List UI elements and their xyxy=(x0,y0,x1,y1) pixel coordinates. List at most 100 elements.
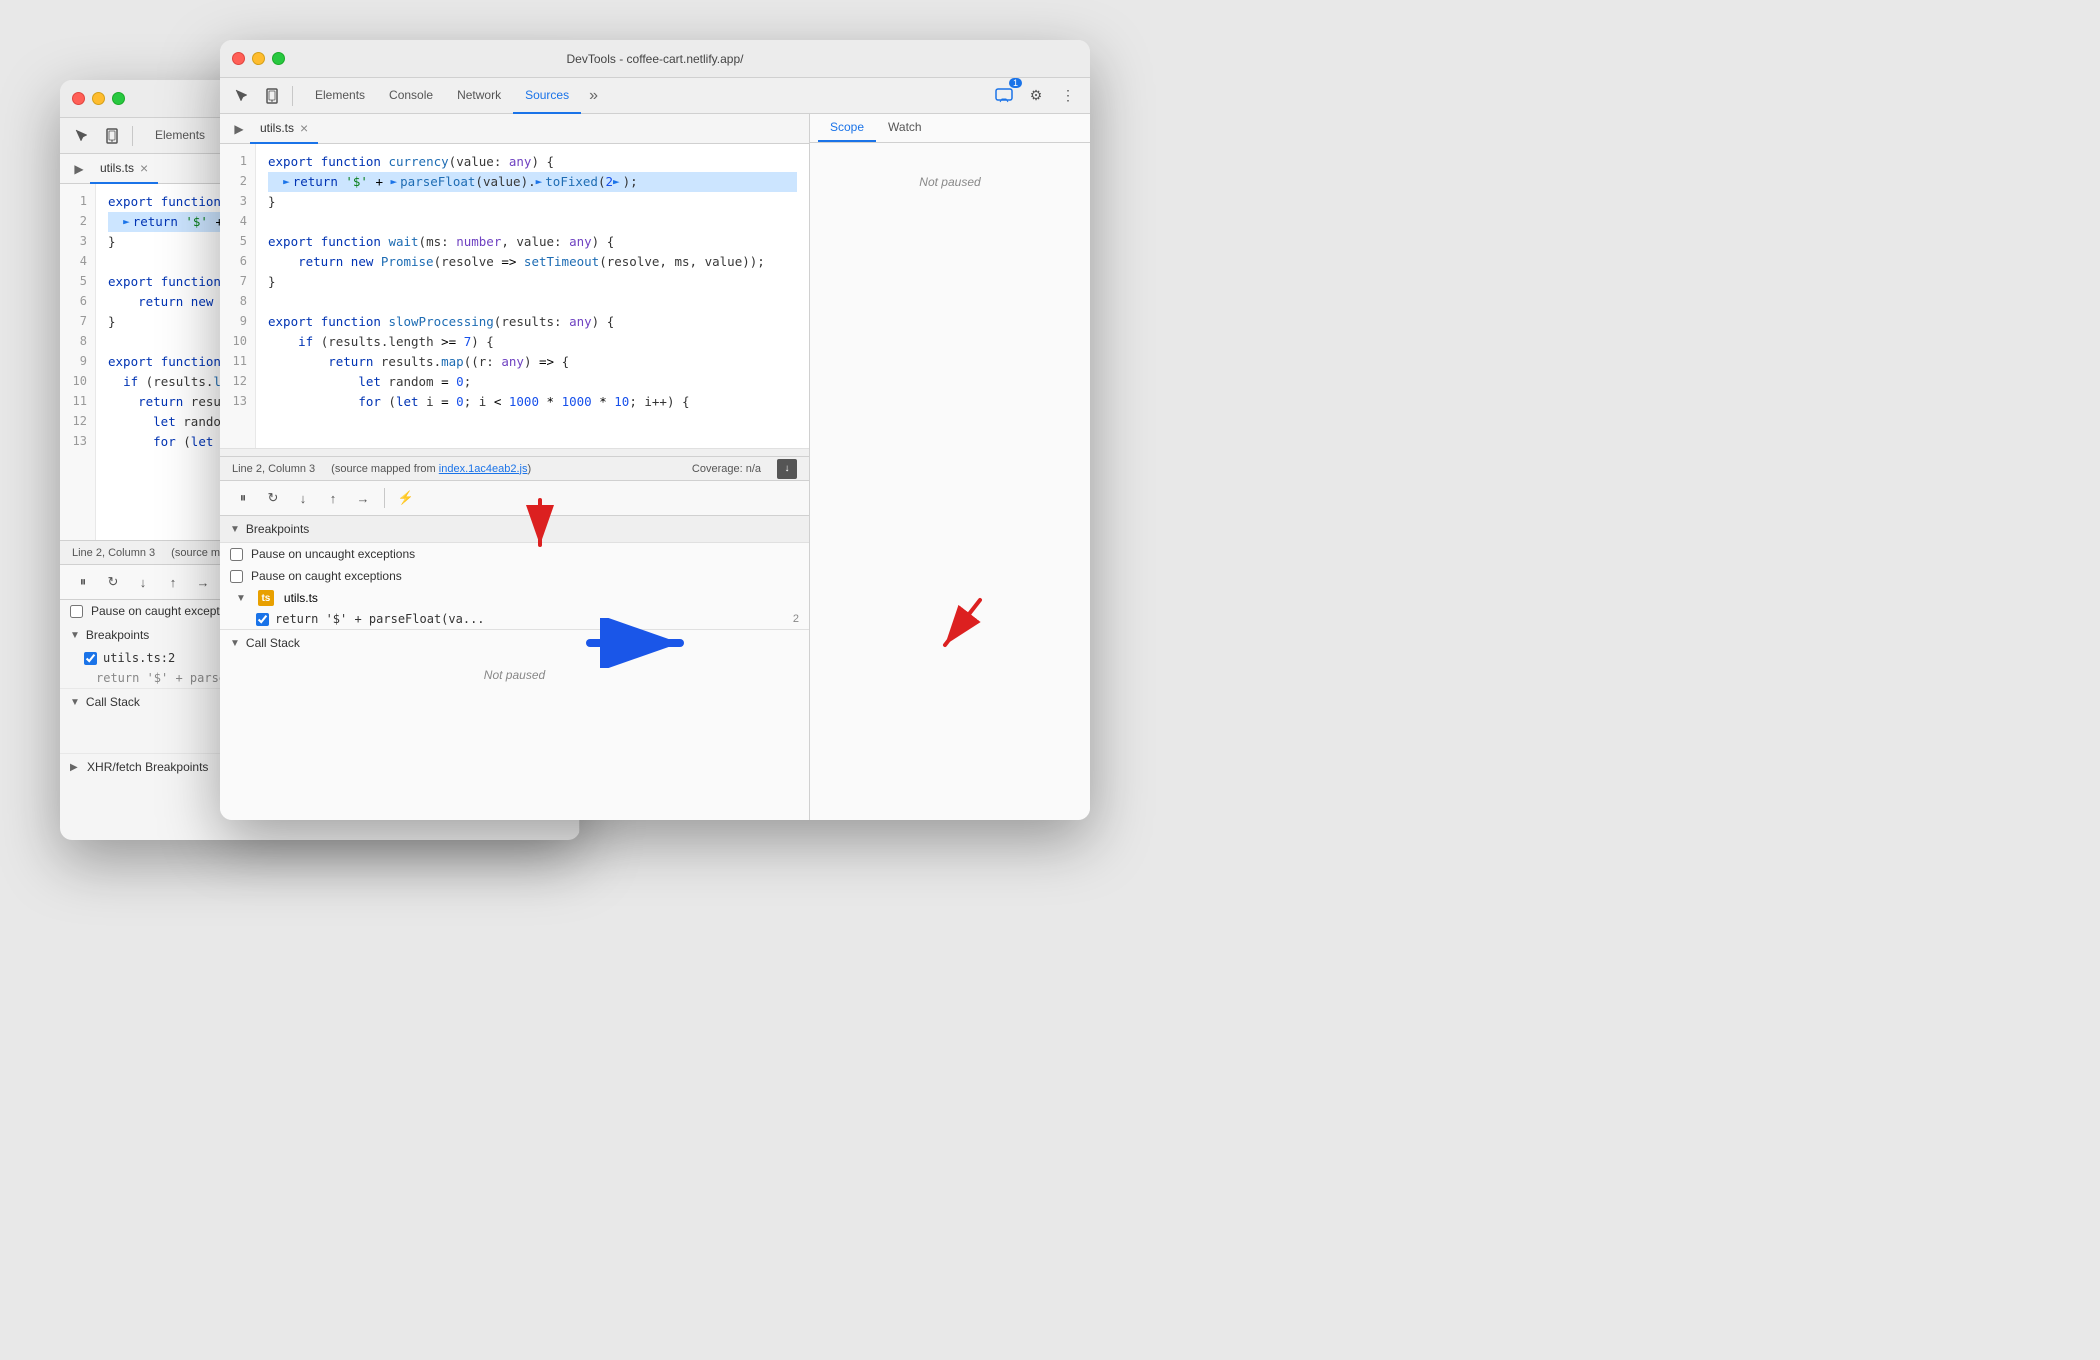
title-bar-front: DevTools - coffee-cart.netlify.app/ xyxy=(220,40,1090,78)
scope-tab-watch-front[interactable]: Watch xyxy=(876,114,934,142)
status-position-back: Line 2, Column 3 xyxy=(72,547,155,559)
line-num-3-back: 3 xyxy=(60,232,95,252)
file-tab-close-front[interactable]: × xyxy=(300,121,308,135)
inspect-icon[interactable] xyxy=(68,122,96,150)
step-btn-front[interactable]: → xyxy=(350,485,376,511)
code-line-9-front: export function slowProcessing(results: … xyxy=(268,312,797,332)
coverage-label-front: Coverage: n/a xyxy=(692,463,761,475)
callstack-chevron-back: ▼ xyxy=(70,697,80,708)
minimize-button-back[interactable] xyxy=(92,92,105,105)
bp-file-name-front: utils.ts xyxy=(284,591,318,605)
pause-caught-checkbox-front[interactable] xyxy=(230,570,243,583)
scrollbar-front[interactable] xyxy=(220,448,809,456)
status-sourcemap-front: (source mapped from index.1ac4eab2.js) xyxy=(331,463,531,475)
scope-tabs-front: Scope Watch xyxy=(810,114,1090,143)
pause-resume-btn-back[interactable]: ⏸ xyxy=(70,569,96,595)
pause-uncaught-checkbox-front[interactable] xyxy=(230,548,243,561)
ln-9-front: 9 xyxy=(220,312,255,332)
bp-checkbox-back[interactable] xyxy=(84,652,97,665)
sourcemap-link-front[interactable]: index.1ac4eab2.js xyxy=(439,463,528,475)
inspect-icon-front[interactable] xyxy=(228,82,256,110)
xhr-chevron-back: ▶ xyxy=(70,762,78,773)
more-icon-front[interactable]: ⋮ xyxy=(1054,82,1082,110)
ln-13-front: 13 xyxy=(220,392,255,412)
right-panel-front: Scope Watch Not paused xyxy=(810,114,1090,820)
ln-1-front: 1 xyxy=(220,152,255,172)
breakpoints-header-front[interactable]: ▼ Breakpoints xyxy=(220,516,809,543)
pause-caught-checkbox-back[interactable] xyxy=(70,605,83,618)
bp-file-chevron-front: ▼ xyxy=(236,593,246,604)
scope-not-paused-front: Not paused xyxy=(810,163,1090,201)
comment-icon-front[interactable]: 1 xyxy=(990,82,1018,110)
step-into-btn-back[interactable]: ↓ xyxy=(130,569,156,595)
file-tab-bar-front: ▶ utils.ts × xyxy=(220,114,809,144)
step-btn-back[interactable]: → xyxy=(190,569,216,595)
bp-code-checkbox-front[interactable] xyxy=(256,613,269,626)
tab-more-front[interactable]: » xyxy=(581,87,606,105)
breakpoints-label-back: Breakpoints xyxy=(86,628,149,642)
toolbar-right-front: 1 ⚙ ⋮ xyxy=(990,82,1082,110)
minimize-button-front[interactable] xyxy=(252,52,265,65)
pause-uncaught-row-front: Pause on uncaught exceptions xyxy=(220,543,809,565)
line-num-11-back: 11 xyxy=(60,392,95,412)
device-icon-front[interactable] xyxy=(258,82,286,110)
step-over-btn-back[interactable]: ↻ xyxy=(100,569,126,595)
step-out-btn-front[interactable]: ↑ xyxy=(320,485,346,511)
file-tab-close-back[interactable]: × xyxy=(140,161,148,175)
tab-network-front[interactable]: Network xyxy=(445,78,513,114)
file-tab-name-back: utils.ts xyxy=(100,161,134,175)
pause-btn-front[interactable]: ⏸ xyxy=(230,485,256,511)
traffic-lights-front xyxy=(232,52,285,65)
line-num-13-back: 13 xyxy=(60,432,95,452)
maximize-button-front[interactable] xyxy=(272,52,285,65)
line-num-5-back: 5 xyxy=(60,272,95,292)
close-button-front[interactable] xyxy=(232,52,245,65)
line-num-6-back: 6 xyxy=(60,292,95,312)
line-numbers-back: 1 2 3 4 5 6 7 8 9 10 11 12 13 xyxy=(60,184,96,540)
window-title-front: DevTools - coffee-cart.netlify.app/ xyxy=(567,52,744,66)
badge-count-front: 1 xyxy=(1009,78,1022,88)
device-icon[interactable] xyxy=(98,122,126,150)
scope-tab-scope-front[interactable]: Scope xyxy=(818,114,876,142)
pause-caught-row-front: Pause on caught exceptions xyxy=(220,565,809,587)
tab-console-front[interactable]: Console xyxy=(377,78,445,114)
play-icon-back[interactable]: ▶ xyxy=(68,158,90,180)
ln-3-front: 3 xyxy=(220,192,255,212)
ln-11-front: 11 xyxy=(220,352,255,372)
coverage-icon-front[interactable]: ↓ xyxy=(777,459,797,479)
source-area-front: ▶ utils.ts × 1 2 3 4 5 6 7 8 9 xyxy=(220,114,810,820)
toolbar-divider-front xyxy=(292,86,293,106)
tab-sources-front[interactable]: Sources xyxy=(513,78,581,114)
tab-elements-back[interactable]: Elements xyxy=(143,118,217,154)
main-content-front: ▶ utils.ts × 1 2 3 4 5 6 7 8 9 xyxy=(220,114,1090,820)
line-numbers-front: 1 2 3 4 5 6 7 8 9 10 11 12 13 xyxy=(220,144,256,448)
callstack-header-front[interactable]: ▼ Call Stack xyxy=(220,629,809,656)
bp-code-text-front: return '$' + parseFloat(va... xyxy=(275,612,787,626)
bp-line-num-front: 2 xyxy=(793,613,799,625)
code-line-2-front: ►return '$' + ►parseFloat(value).►toFixe… xyxy=(268,172,797,192)
bp-label-front: Breakpoints xyxy=(246,522,309,536)
line-num-1-back: 1 xyxy=(60,192,95,212)
tab-elements-front[interactable]: Elements xyxy=(303,78,377,114)
bp-code-row-front: return '$' + parseFloat(va... 2 xyxy=(220,609,809,629)
line-num-12-back: 12 xyxy=(60,412,95,432)
code-line-3-front: } xyxy=(268,192,797,212)
step-into-btn-front[interactable]: ↓ xyxy=(290,485,316,511)
step-over-btn-front[interactable]: ↻ xyxy=(260,485,286,511)
devtools-window-front: DevTools - coffee-cart.netlify.app/ Elem… xyxy=(220,40,1090,820)
breakpoints-panel-front: ▼ Breakpoints Pause on uncaught exceptio… xyxy=(220,516,809,820)
maximize-button-back[interactable] xyxy=(112,92,125,105)
line-num-7-back: 7 xyxy=(60,312,95,332)
code-line-6-front: return new Promise(resolve => setTimeout… xyxy=(268,252,797,272)
file-tab-utils-front[interactable]: utils.ts × xyxy=(250,114,318,144)
code-line-5-front: export function wait(ms: number, value: … xyxy=(268,232,797,252)
deactivate-btn-front[interactable]: ⚡ xyxy=(393,485,419,511)
settings-icon-front[interactable]: ⚙ xyxy=(1022,82,1050,110)
line-num-9-back: 9 xyxy=(60,352,95,372)
ln-7-front: 7 xyxy=(220,272,255,292)
step-out-btn-back[interactable]: ↑ xyxy=(160,569,186,595)
close-button-back[interactable] xyxy=(72,92,85,105)
ln-2-front: 2 xyxy=(220,172,255,192)
play-icon-front[interactable]: ▶ xyxy=(228,118,250,140)
file-tab-utils-back[interactable]: utils.ts × xyxy=(90,154,158,184)
